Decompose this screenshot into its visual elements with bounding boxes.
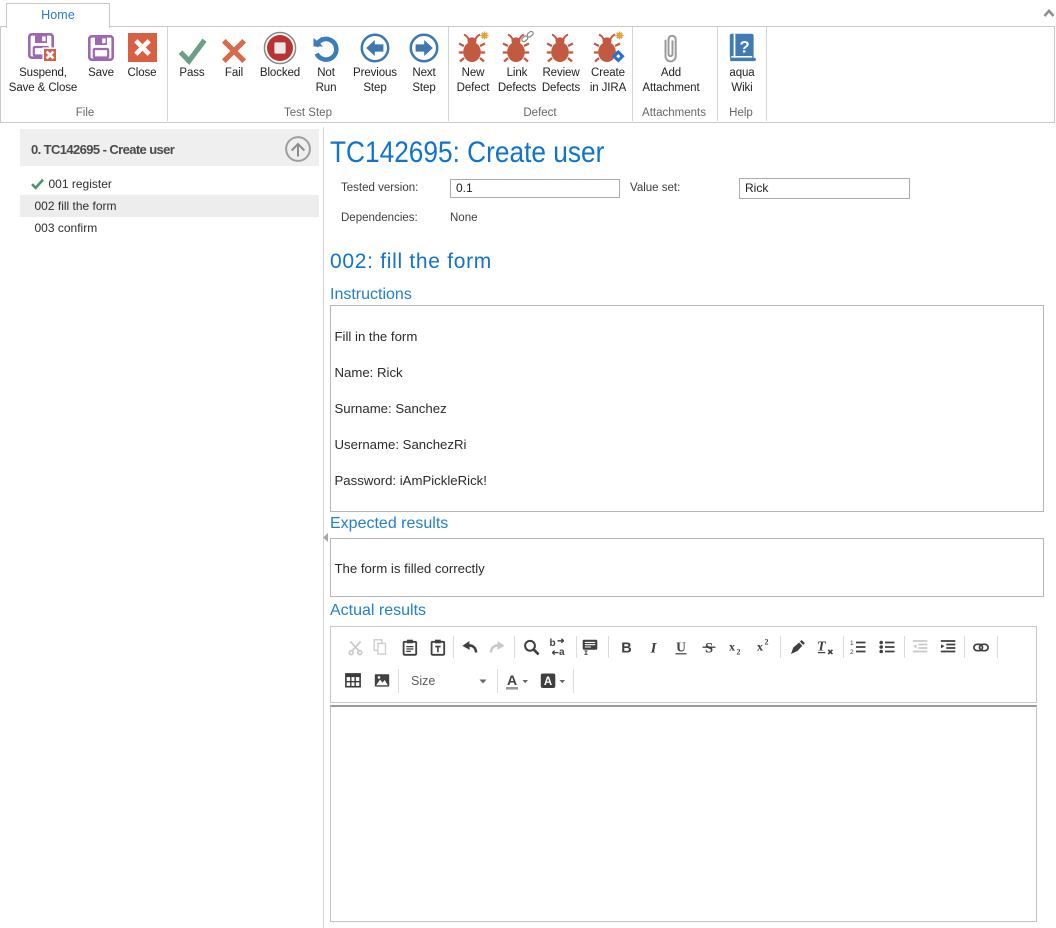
svg-text:B: B: [621, 641, 631, 656]
svg-text:b: b: [550, 638, 556, 649]
svg-text:2: 2: [850, 649, 854, 655]
svg-text:U: U: [676, 640, 686, 655]
svg-text:2: 2: [765, 638, 769, 647]
svg-text:x: x: [757, 640, 763, 654]
svg-text:I: I: [650, 641, 658, 656]
svg-text:?: ?: [739, 38, 749, 57]
svg-text:A: A: [507, 672, 517, 688]
svg-text:2: 2: [737, 648, 741, 656]
svg-text:x: x: [729, 640, 735, 654]
svg-text:a: a: [559, 647, 565, 656]
svg-text:A: A: [544, 676, 552, 688]
svg-text:1: 1: [850, 640, 854, 647]
